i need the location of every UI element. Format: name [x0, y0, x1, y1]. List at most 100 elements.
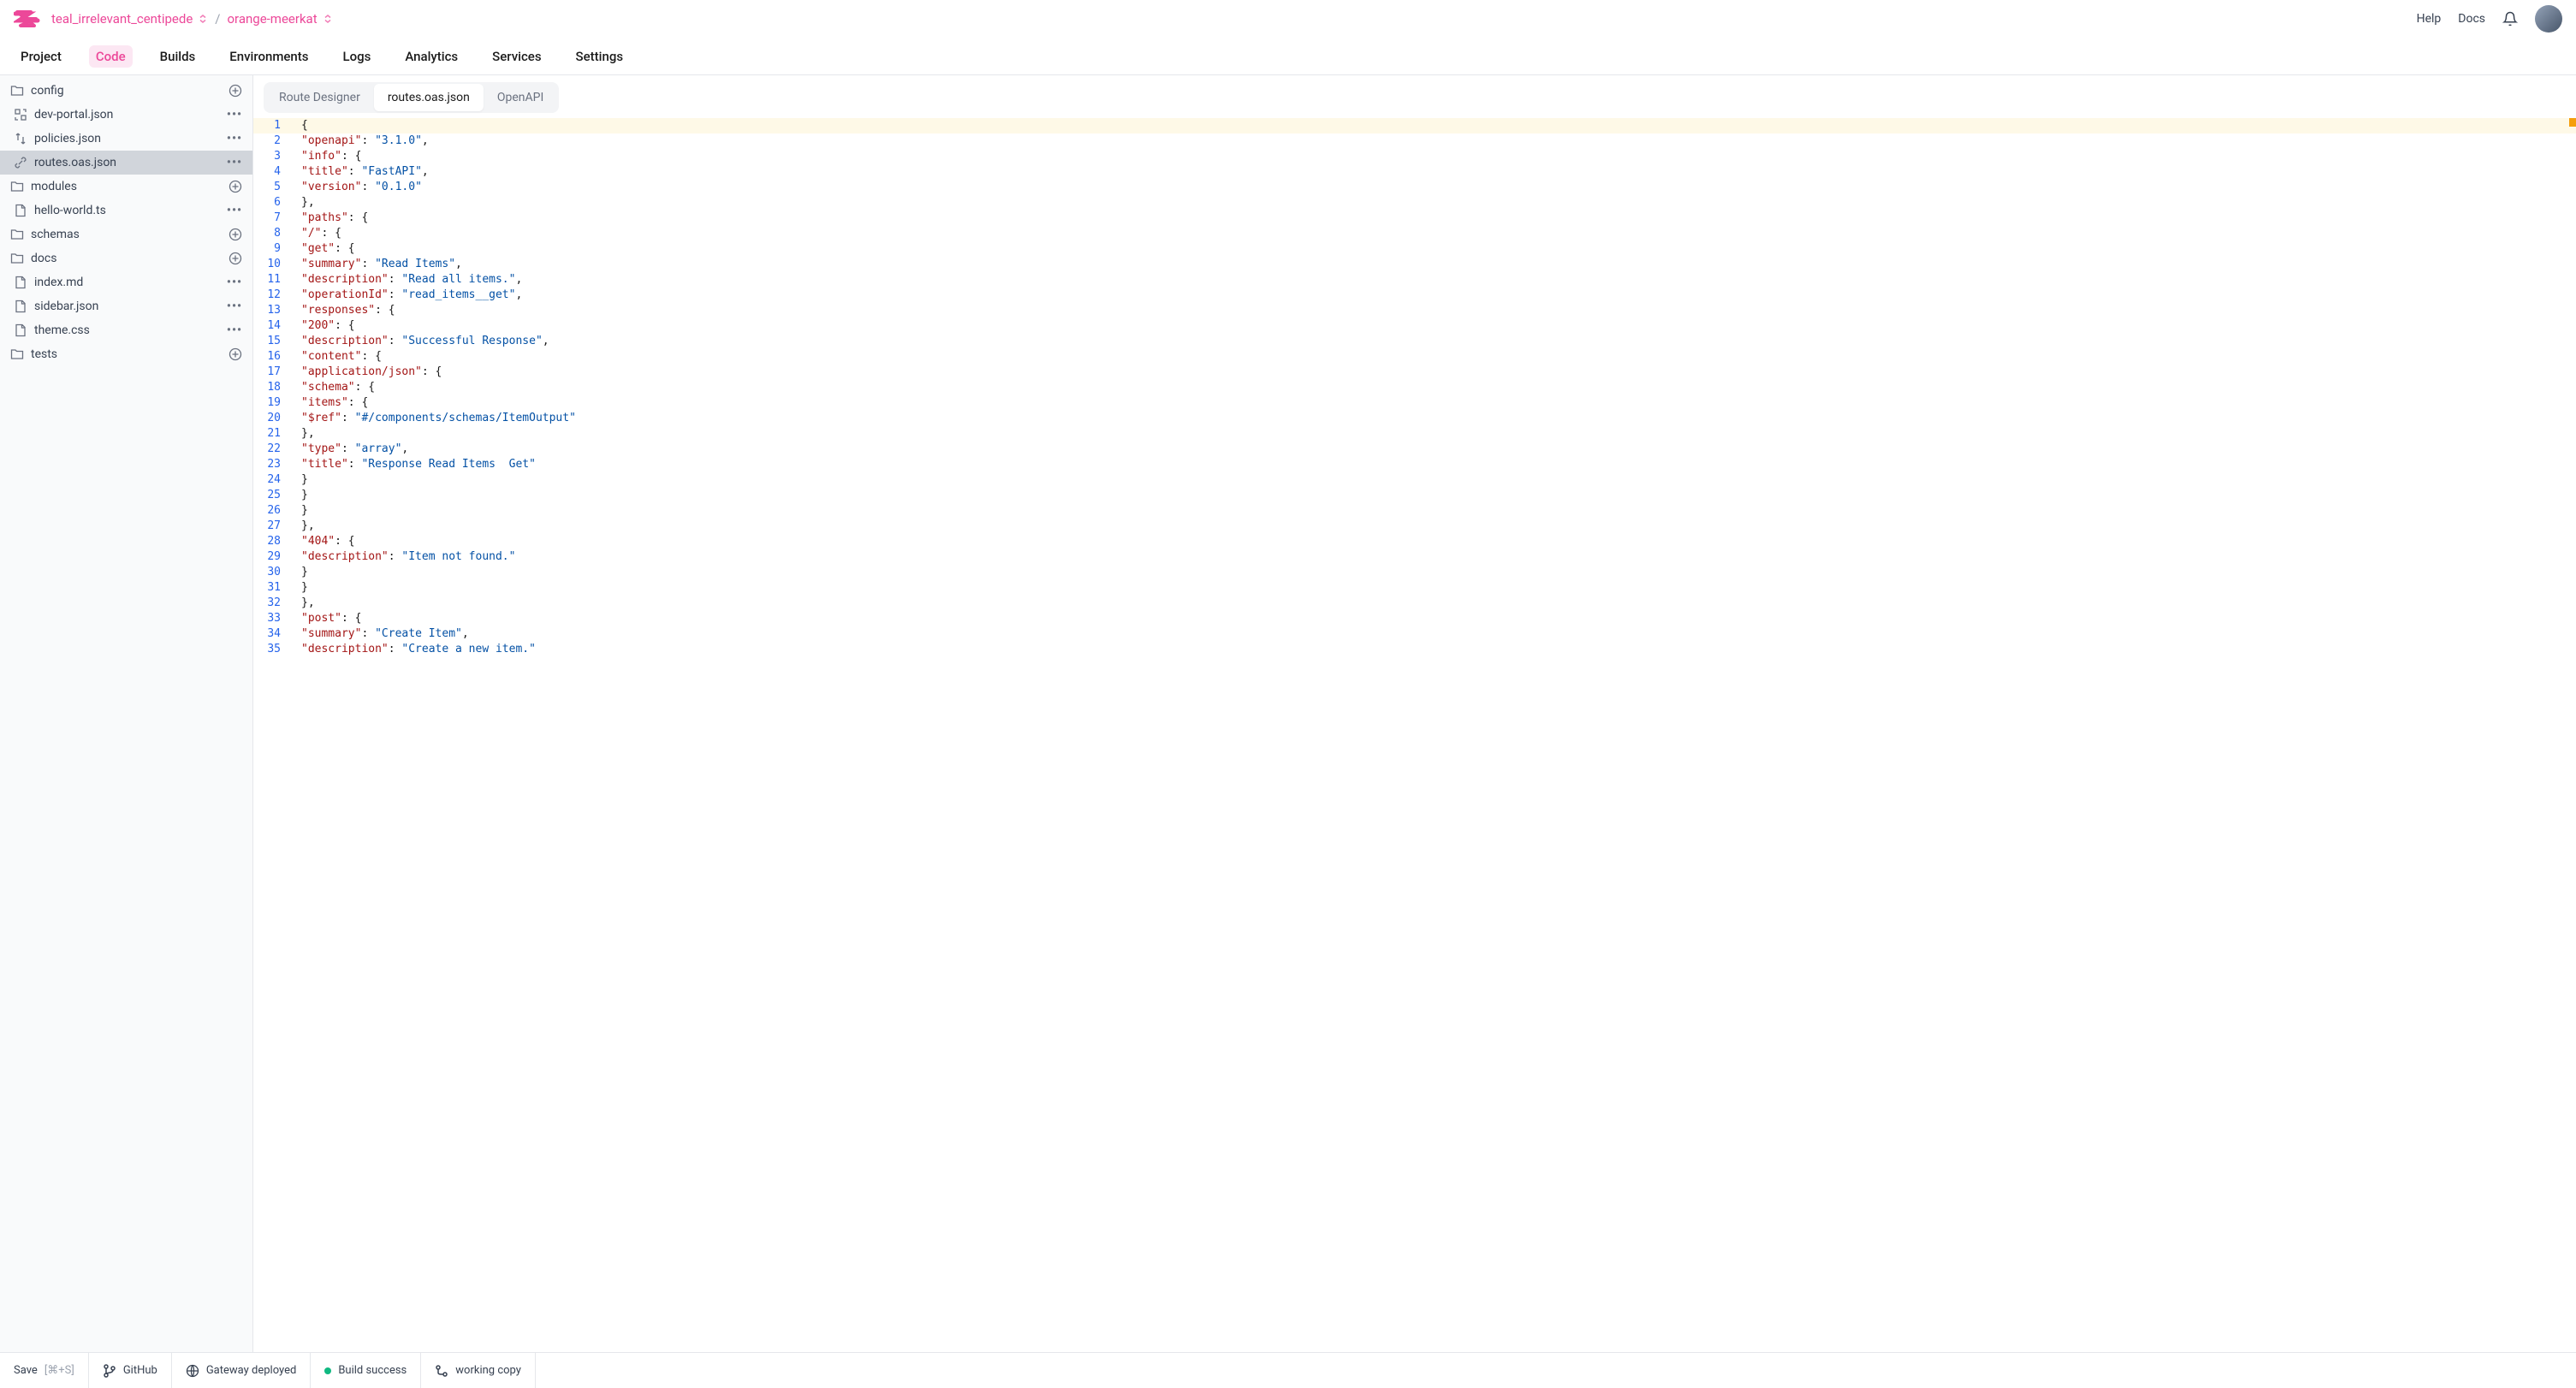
line-number: 23 — [253, 457, 294, 472]
build-label: Build success — [338, 1364, 407, 1377]
nav-tab-builds[interactable]: Builds — [153, 45, 203, 68]
code-line[interactable]: 9"get": { — [253, 241, 2576, 257]
tree-item-label: routes.oas.json — [34, 156, 116, 169]
more-icon[interactable]: ••• — [227, 300, 242, 313]
nav-tab-code[interactable]: Code — [89, 45, 133, 68]
code-line[interactable]: 32}, — [253, 596, 2576, 611]
nav-tab-services[interactable]: Services — [485, 45, 548, 68]
code-line[interactable]: 20"$ref": "#/components/schemas/ItemOutp… — [253, 411, 2576, 426]
logo[interactable] — [14, 9, 41, 29]
line-content: { — [294, 118, 308, 133]
code-line[interactable]: 18"schema": { — [253, 380, 2576, 395]
breadcrumb-env[interactable]: orange-meerkat — [227, 11, 332, 27]
folder-tests[interactable]: tests — [0, 342, 252, 366]
code-line[interactable]: 6}, — [253, 195, 2576, 211]
add-icon[interactable] — [229, 228, 242, 241]
more-icon[interactable]: ••• — [227, 323, 242, 337]
code-line[interactable]: 3"info": { — [253, 149, 2576, 164]
nav-tab-settings[interactable]: Settings — [569, 45, 631, 68]
working-copy[interactable]: working copy — [421, 1353, 536, 1388]
code-line[interactable]: 22"type": "array", — [253, 442, 2576, 457]
nav-tab-project[interactable]: Project — [14, 45, 68, 68]
file-dev-portal-json[interactable]: dev-portal.json••• — [0, 103, 252, 127]
code-line[interactable]: 28"404": { — [253, 534, 2576, 549]
line-number: 21 — [253, 426, 294, 442]
nav-tab-environments[interactable]: Environments — [223, 45, 315, 68]
line-number: 18 — [253, 380, 294, 395]
code-line[interactable]: 1{ — [253, 118, 2576, 133]
tab-route-designer[interactable]: Route Designer — [265, 84, 374, 111]
code-line[interactable]: 17"application/json": { — [253, 365, 2576, 380]
code-line[interactable]: 24} — [253, 472, 2576, 488]
nav-tab-logs[interactable]: Logs — [336, 45, 378, 68]
code-line[interactable]: 8"/": { — [253, 226, 2576, 241]
more-icon[interactable]: ••• — [227, 156, 242, 169]
tab-openapi[interactable]: OpenAPI — [484, 84, 557, 111]
header-left: teal_irrelevant_centipede / orange-meerk… — [14, 9, 333, 29]
nav-tabs: Project Code Builds Environments Logs Analyti… — [0, 38, 2576, 75]
github-button[interactable]: GitHub — [89, 1353, 172, 1388]
code-line[interactable]: 34"summary": "Create Item", — [253, 626, 2576, 642]
line-number: 34 — [253, 626, 294, 642]
code-line[interactable]: 30} — [253, 565, 2576, 580]
code-line[interactable]: 19"items": { — [253, 395, 2576, 411]
add-icon[interactable] — [229, 84, 242, 98]
folder-schemas[interactable]: schemas — [0, 222, 252, 246]
file-sidebar-json[interactable]: sidebar.json••• — [0, 294, 252, 318]
code-line[interactable]: 21}, — [253, 426, 2576, 442]
docs-link[interactable]: Docs — [2458, 12, 2485, 26]
breadcrumb-project[interactable]: teal_irrelevant_centipede — [51, 11, 208, 27]
folder-config[interactable]: config — [0, 79, 252, 103]
line-content: } — [294, 503, 308, 519]
folder-modules[interactable]: modules — [0, 175, 252, 199]
line-content: "schema": { — [294, 380, 375, 395]
gateway-status[interactable]: Gateway deployed — [172, 1353, 312, 1388]
folder-docs[interactable]: docs — [0, 246, 252, 270]
code-line[interactable]: 2"openapi": "3.1.0", — [253, 133, 2576, 149]
line-number: 11 — [253, 272, 294, 288]
save-button[interactable]: Save [⌘+S] — [0, 1353, 89, 1388]
line-content: "type": "array", — [294, 442, 408, 457]
code-line[interactable]: 14"200": { — [253, 318, 2576, 334]
code-line[interactable]: 10"summary": "Read Items", — [253, 257, 2576, 272]
code-line[interactable]: 15"description": "Successful Response", — [253, 334, 2576, 349]
more-icon[interactable]: ••• — [227, 108, 242, 122]
add-icon[interactable] — [229, 347, 242, 361]
add-icon[interactable] — [229, 252, 242, 265]
add-icon[interactable] — [229, 180, 242, 193]
more-icon[interactable]: ••• — [227, 204, 242, 217]
more-icon[interactable]: ••• — [227, 132, 242, 145]
code-line[interactable]: 13"responses": { — [253, 303, 2576, 318]
nav-tab-analytics[interactable]: Analytics — [398, 45, 465, 68]
code-line[interactable]: 7"paths": { — [253, 211, 2576, 226]
code-line[interactable]: 5"version": "0.1.0" — [253, 180, 2576, 195]
help-link[interactable]: Help — [2417, 12, 2442, 26]
more-icon[interactable]: ••• — [227, 276, 242, 289]
code-line[interactable]: 35"description": "Create a new item." — [253, 642, 2576, 657]
line-number: 1 — [253, 118, 294, 133]
file-index-md[interactable]: index.md••• — [0, 270, 252, 294]
avatar[interactable] — [2535, 5, 2562, 33]
line-content: "description": "Read all items.", — [294, 272, 522, 288]
code-line[interactable]: 11"description": "Read all items.", — [253, 272, 2576, 288]
bell-icon[interactable] — [2502, 11, 2518, 27]
tab-routes-oas[interactable]: routes.oas.json — [374, 84, 484, 111]
build-status[interactable]: Build success — [311, 1353, 421, 1388]
file-theme-css[interactable]: theme.css••• — [0, 318, 252, 342]
code-editor[interactable]: 1{2"openapi": "3.1.0",3"info": {4"title"… — [253, 113, 2576, 1352]
file-policies-json[interactable]: policies.json••• — [0, 127, 252, 151]
code-line[interactable]: 26} — [253, 503, 2576, 519]
line-content: } — [294, 488, 308, 503]
code-line[interactable]: 27}, — [253, 519, 2576, 534]
code-line[interactable]: 4"title": "FastAPI", — [253, 164, 2576, 180]
code-line[interactable]: 31} — [253, 580, 2576, 596]
code-line[interactable]: 23"title": "Response Read Items Get" — [253, 457, 2576, 472]
line-number: 35 — [253, 642, 294, 657]
file-routes-oas-json[interactable]: routes.oas.json ••• — [0, 151, 252, 175]
code-line[interactable]: 33"post": { — [253, 611, 2576, 626]
code-line[interactable]: 12"operationId": "read_items__get", — [253, 288, 2576, 303]
code-line[interactable]: 25} — [253, 488, 2576, 503]
file-hello-world-ts[interactable]: hello-world.ts••• — [0, 199, 252, 222]
code-line[interactable]: 29"description": "Item not found." — [253, 549, 2576, 565]
code-line[interactable]: 16"content": { — [253, 349, 2576, 365]
